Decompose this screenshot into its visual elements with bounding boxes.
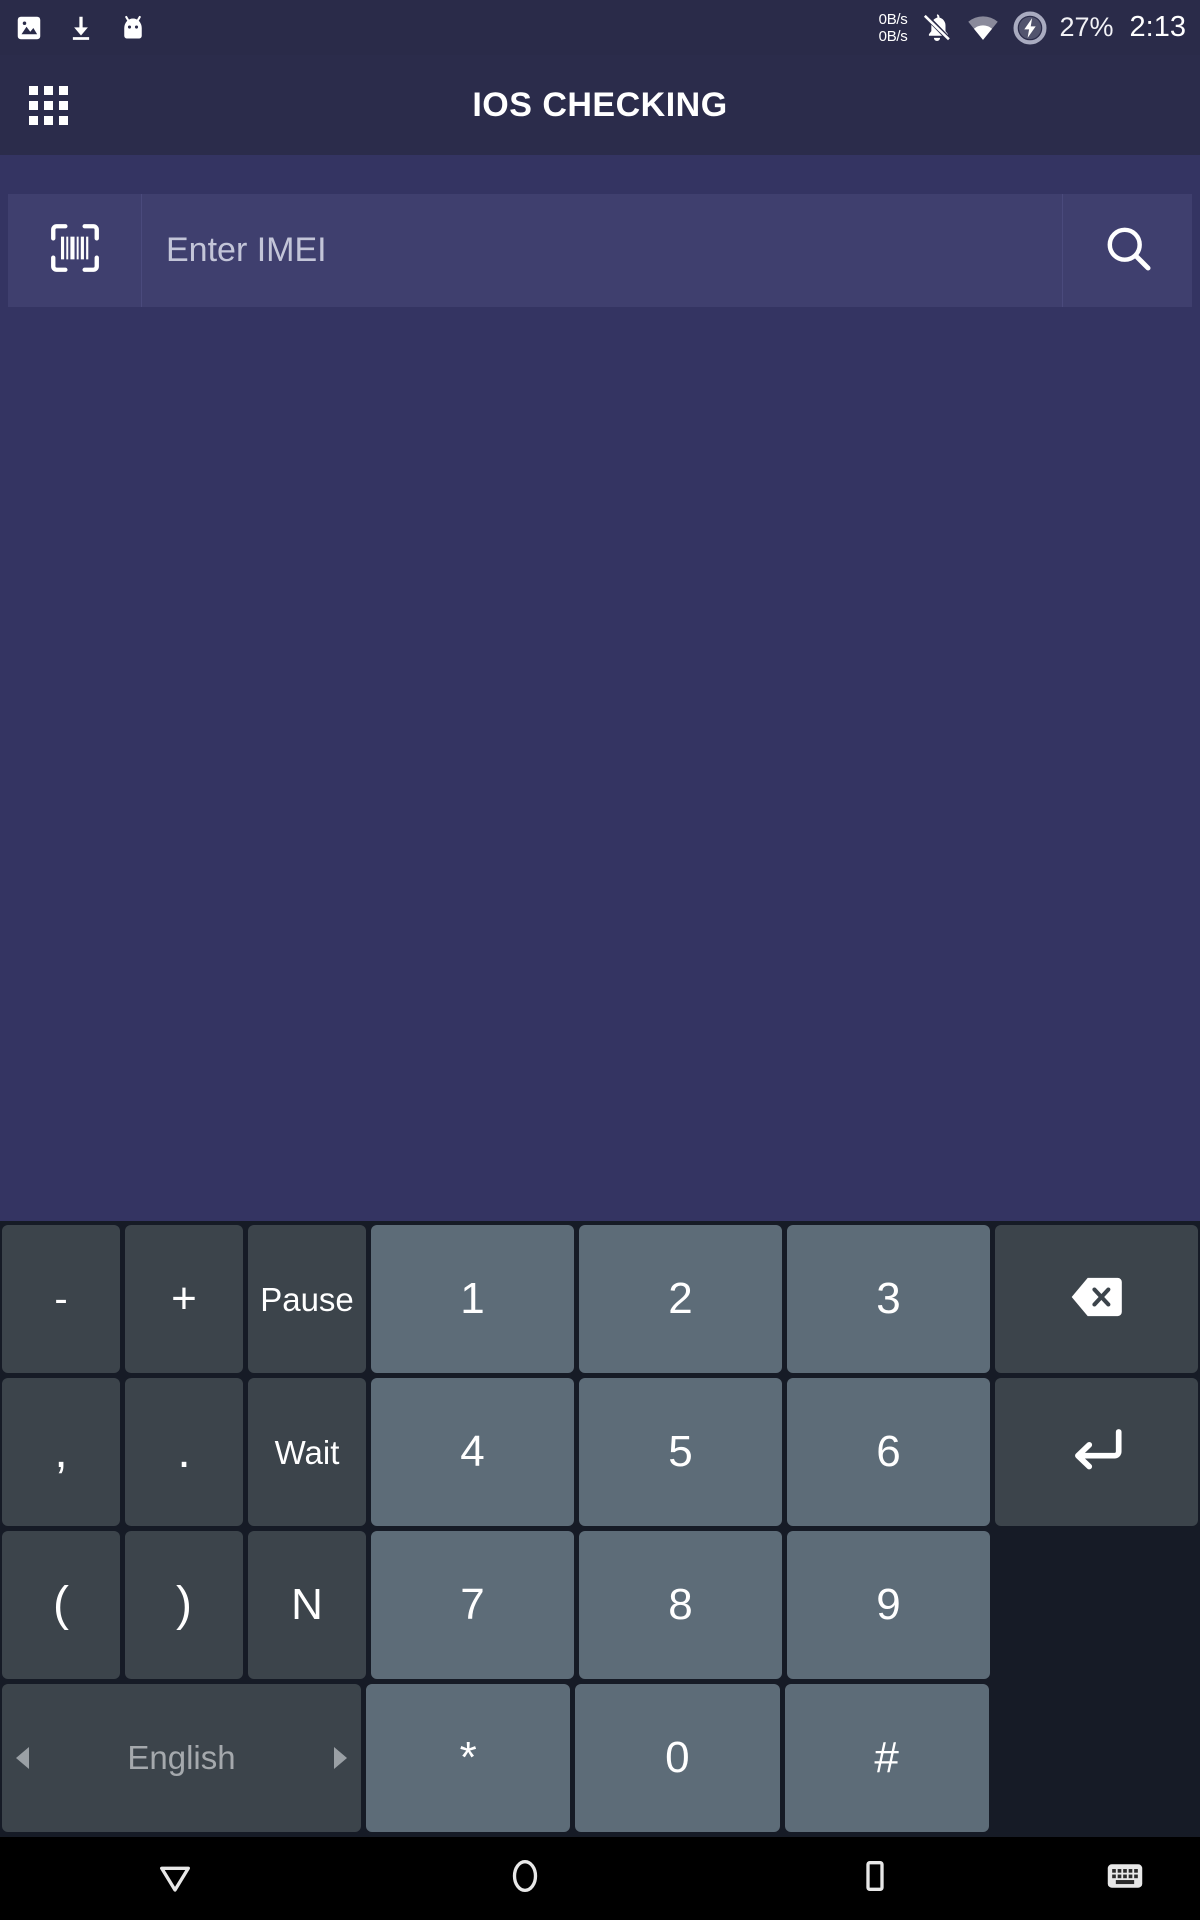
nav-home-button[interactable] [350,1837,700,1920]
key-paren-open[interactable]: ( [2,1531,120,1679]
phone-screen: 0B/s 0B/s 27% 2:13 IOS CHECKING Enter IM… [0,0,1200,1920]
status-bar-left-icons [14,13,148,43]
network-speed-down: 0B/s [878,27,908,45]
key-5[interactable]: 5 [579,1378,782,1526]
keyboard-row-2: , . Wait 4 5 6 [0,1378,1200,1526]
recents-square-icon [854,1855,896,1902]
backspace-icon [1066,1266,1128,1333]
chevron-left-icon[interactable] [16,1747,29,1769]
system-navigation-bar [0,1837,1200,1920]
key-3[interactable]: 3 [787,1225,990,1373]
key-comma[interactable]: , [2,1378,120,1526]
key-9[interactable]: 9 [787,1531,990,1679]
key-period[interactable]: . [125,1378,243,1526]
key-asterisk[interactable]: * [366,1684,571,1832]
hide-keyboard-icon [1103,1854,1147,1903]
enter-icon [1066,1419,1128,1486]
search-bar: Enter IMEI [8,194,1192,307]
keyboard-row-4: English * 0 # [0,1684,1200,1832]
search-button[interactable] [1062,194,1192,307]
nav-recents-button[interactable] [700,1837,1050,1920]
content-area [0,321,1200,1221]
status-bar-clock: 2:13 [1129,11,1186,43]
key-enter[interactable] [995,1378,1198,1526]
barcode-scan-icon [46,219,104,282]
key-4[interactable]: 4 [371,1378,574,1526]
download-icon [66,13,96,43]
key-n[interactable]: N [248,1531,366,1679]
chevron-right-icon[interactable] [334,1747,347,1769]
home-circle-icon [504,1855,546,1902]
key-empty-1 [995,1531,1198,1679]
imei-input[interactable]: Enter IMEI [142,194,1062,307]
key-language-space[interactable]: English [2,1684,361,1832]
battery-percent-label: 27% [1059,12,1114,42]
key-backspace[interactable] [995,1225,1198,1373]
imei-input-placeholder: Enter IMEI [166,231,327,269]
nav-back-button[interactable] [0,1837,350,1920]
keyboard-row-3: ( ) N 7 8 9 [0,1531,1200,1679]
app-bar: IOS CHECKING [0,55,1200,155]
battery-charging-icon [1012,10,1048,46]
keyboard-row-1: - + Pause 1 2 3 [0,1225,1200,1373]
bell-off-icon [920,11,954,45]
grid-menu-button[interactable] [0,55,96,155]
key-8[interactable]: 8 [579,1531,782,1679]
barcode-scan-button[interactable] [8,194,142,307]
key-minus[interactable]: - [2,1225,120,1373]
key-7[interactable]: 7 [371,1531,574,1679]
numeric-keyboard: - + Pause 1 2 3 , . Wait 4 5 6 () N 7 8… [0,1221,1200,1837]
key-empty-2 [994,1684,1198,1832]
status-bar-right-icons: 0B/s 0B/s 27% 2:13 [879,10,1186,46]
search-bar-container: Enter IMEI [0,186,1200,321]
search-icon [1100,220,1156,281]
wifi-icon [966,11,1000,45]
key-2[interactable]: 2 [579,1225,782,1373]
key-pause[interactable]: Pause [248,1225,366,1373]
key-6[interactable]: 6 [787,1378,990,1526]
image-icon [14,13,44,43]
key-paren-close[interactable]: ) [125,1531,243,1679]
grid-menu-icon [28,85,68,125]
android-head-icon [118,13,148,43]
network-speed-up: 0B/s [878,10,908,28]
key-0[interactable]: 0 [575,1684,780,1832]
key-hash[interactable]: # [784,1684,989,1832]
network-speed-indicator: 0B/s 0B/s [879,11,908,45]
keyboard-language-label: English [127,1739,236,1776]
hide-keyboard-button[interactable] [1050,1837,1200,1920]
key-1[interactable]: 1 [371,1225,574,1373]
page-title: IOS CHECKING [472,85,728,124]
key-wait[interactable]: Wait [248,1378,366,1526]
key-plus[interactable]: + [125,1225,243,1373]
back-triangle-icon [154,1855,196,1902]
status-bar: 0B/s 0B/s 27% 2:13 [0,0,1200,55]
